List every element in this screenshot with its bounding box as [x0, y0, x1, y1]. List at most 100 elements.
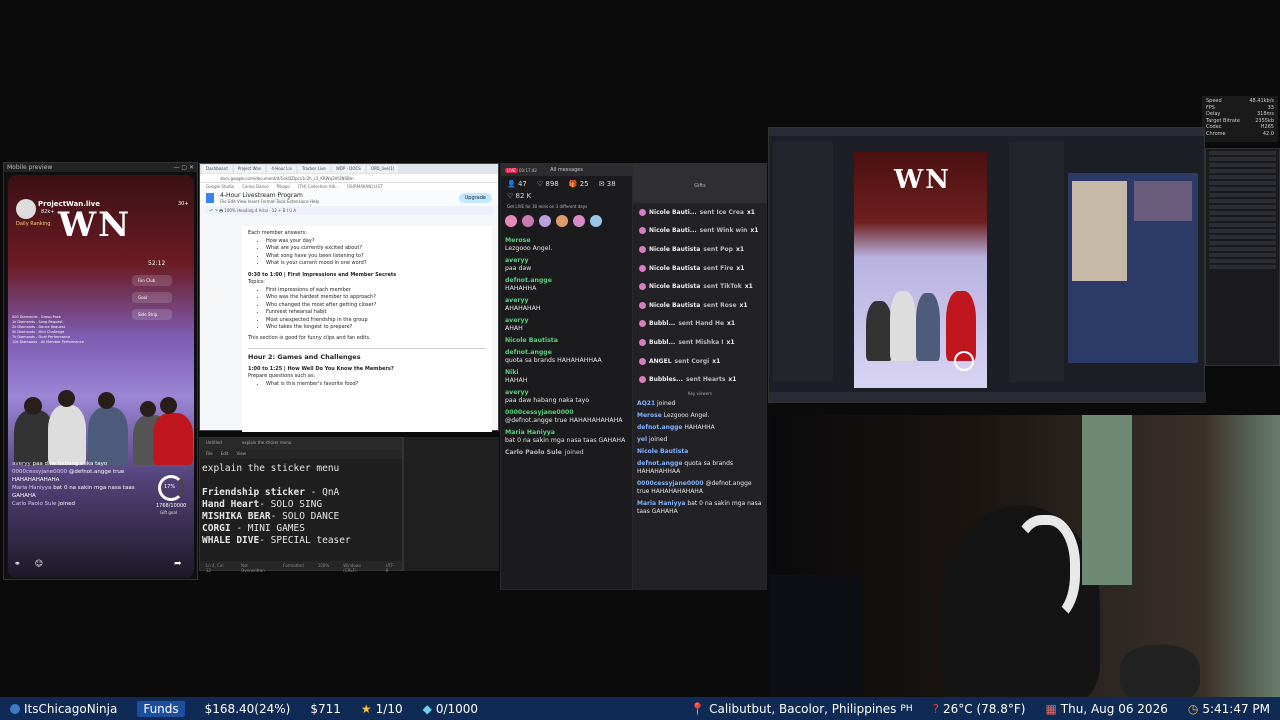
chat-header-title[interactable]: All messages — [550, 167, 583, 173]
bookmark[interactable]: [SURMAKAN] LIST — [347, 184, 383, 189]
feed-user[interactable]: defnot.angge — [637, 460, 683, 467]
address-bar[interactable]: docs.google.com/document/d/1ekQZlpcz1c2h… — [200, 174, 498, 183]
question-item: What is this member's favorite food? — [266, 381, 486, 389]
chat-user[interactable]: Carlo Paolo Sule — [505, 449, 562, 457]
gift-user[interactable]: Nicole Bautista — [649, 246, 700, 253]
gift-user[interactable]: Nicole Bautista — [649, 265, 700, 272]
upgrade-button[interactable]: Upgrade — [458, 193, 492, 203]
pin-icon: 📍 — [690, 701, 706, 716]
chat-text: paa daw habang naka tayo — [505, 397, 590, 404]
gift-user[interactable]: Nicole Bauti... — [649, 209, 697, 216]
tier-line: 10k Diamonds - All Member Performance — [12, 340, 84, 344]
feed-user[interactable]: Nicole Bautista — [637, 448, 688, 455]
goal-percent: 17% — [164, 484, 176, 490]
mobile-preview-titlebar: Mobile preview — ▢ ✕ — [4, 163, 197, 172]
side-menu: Fan Club Goal Side Strip — [132, 275, 172, 326]
chat-user[interactable]: 0000cessyjane0000 — [505, 409, 628, 417]
browser-tab[interactable]: OPD_live(1) — [366, 165, 399, 173]
line-text: - SOLO SING — [259, 499, 323, 510]
chat-user[interactable]: defnot.angge — [505, 277, 628, 285]
notepad-menu-item[interactable]: View — [236, 451, 246, 458]
bookmark[interactable]: Canva Dance — [242, 184, 269, 189]
feed-user[interactable]: 0000cessyjane0000 — [637, 480, 704, 487]
side-menu-item[interactable]: Side Strip — [132, 309, 172, 320]
notepad-text[interactable]: explain the sticker menu Friendship stick… — [200, 459, 402, 551]
feed-row: Merose Lezgooo Angel. — [633, 410, 767, 422]
stat-label: Chrome — [1206, 130, 1226, 137]
feed-user[interactable]: defnot.angge — [637, 424, 683, 431]
feed-text: Lezgooo Angel. — [663, 411, 710, 419]
people-icon[interactable]: ☺ — [35, 559, 43, 568]
window-controls[interactable]: — ▢ ✕ — [173, 164, 194, 171]
gift-row: Nicole Bautista sent Fire x1 — [633, 259, 767, 278]
doc-title[interactable]: 4-Hour Livestream Program — [220, 192, 319, 199]
daily-ranking[interactable]: Daily Ranking — [16, 221, 50, 227]
feed-user[interactable]: yel — [637, 436, 647, 443]
feed-user[interactable]: Maria Haniyya — [637, 500, 685, 507]
chat-message: Merose Lezgooo Angel. — [501, 235, 632, 255]
key-viewers-label: Key viewers — [688, 390, 712, 396]
goal-count: 1768 — [156, 503, 169, 509]
gift-user[interactable]: ANGEL — [649, 358, 672, 365]
side-menu-item[interactable]: Goal — [132, 292, 172, 303]
obs-scenes[interactable] — [773, 142, 833, 382]
funds-value: $168.40(24%) — [204, 701, 291, 716]
stream-stats-overlay: Speed 48.41kb/s FPS 33 Delay 318ms Target Bitr… — [1202, 96, 1278, 142]
gift-user[interactable]: Nicole Bautista — [649, 302, 700, 309]
feed-user[interactable]: Merose — [637, 412, 662, 419]
obs-taskbar[interactable] — [769, 392, 1206, 402]
doc-toolbar[interactable]: ↶ ↷ 🖶 100% Heading 4 Arial - 12 + B I U … — [204, 206, 494, 215]
gift-user[interactable]: Bubbl... — [649, 339, 675, 346]
chat-user[interactable]: averyy — [505, 257, 628, 265]
browser-tab[interactable]: Project Wan — [233, 165, 266, 173]
bookmark[interactable]: Google Studio — [206, 184, 234, 189]
browser-tab[interactable]: WDP - DOCS — [331, 165, 365, 173]
chat-user[interactable]: Niki — [505, 369, 628, 377]
status-item: 100% — [317, 563, 330, 568]
brand-logo: WN — [58, 205, 132, 245]
mobile-live-screen: ProjectWan.live 82k+ Daily Ranking 30+ W… — [8, 175, 194, 578]
chat-user[interactable]: Nicole Bautista — [505, 337, 628, 345]
chat-user[interactable]: Maria Haniyya — [505, 429, 628, 437]
side-menu-item[interactable]: Fan Club — [132, 275, 172, 286]
line-text: - SOLO DANCE — [270, 511, 340, 522]
feed-user[interactable]: AQ21 — [637, 400, 655, 407]
section-2-title: 0:30 to 1:00 | First Impressions and Mem… — [248, 271, 397, 278]
likes-stat: ♡ 898 — [536, 180, 559, 188]
feed-row: Maria Haniyya bat 0 na sakin mga nasa ta… — [633, 498, 767, 518]
browser-tab[interactable]: Tracker Live — [297, 165, 330, 173]
gift-user[interactable]: Nicole Bautista — [649, 283, 700, 290]
gift-row: Nicole Bautista sent Rose x1 — [633, 296, 767, 315]
mobile-preview-window: Mobile preview — ▢ ✕ ProjectWan.live 82k… — [3, 162, 198, 580]
bookmark[interactable]: [TH] Collection Alb... — [298, 184, 339, 189]
link-icon[interactable]: ⚭ — [14, 559, 21, 568]
chat-user[interactable]: defnot.angge — [505, 349, 628, 357]
goal-total: 10000 — [170, 503, 187, 509]
chat-user[interactable]: Merose — [505, 237, 628, 245]
share-icon[interactable]: ➦ — [174, 559, 182, 569]
notepad-menu-item[interactable]: File — [206, 451, 213, 458]
gift-user[interactable]: Nicole Bauti... — [649, 227, 697, 234]
chat-message: defnot.angge HAHAHHA — [501, 275, 632, 295]
gift-user[interactable]: Bubbl... — [649, 320, 675, 327]
browser-tab[interactable]: Dashboard — [202, 165, 232, 173]
text-line — [202, 475, 400, 487]
notepad-tab[interactable]: Untitled — [206, 440, 222, 448]
weather-label: 26°C (78.8°F) — [943, 701, 1026, 716]
gift-avatar-icon — [639, 338, 646, 346]
chat-user[interactable]: averyy — [505, 297, 628, 305]
gift-user[interactable]: Bubbles... — [649, 376, 683, 383]
docs-browser-window: Dashboard Project Wan 4-Hour Liv Tracker Li… — [199, 163, 499, 432]
doc-page[interactable]: Each member answers: How was your day?Wh… — [242, 226, 492, 432]
chat-user[interactable]: averyy — [505, 317, 628, 325]
browser-tab[interactable]: 4-Hour Liv — [267, 165, 296, 173]
chat-user[interactable]: averyy — [505, 389, 628, 397]
doc-menus[interactable]: File Edit View Insert Format Tools Exten… — [220, 199, 319, 204]
promo-banner[interactable]: Get LIVE for 30 mins on 3 different days — [501, 200, 632, 213]
obs-preview[interactable]: WN — [854, 151, 987, 388]
notepad-menu-item[interactable]: Edit — [221, 451, 229, 458]
obs-sources[interactable] — [1009, 142, 1064, 382]
notepad-tab[interactable]: explain the sticker menu — [242, 440, 292, 448]
bookmark[interactable]: Pikapo — [277, 184, 290, 189]
obs-studio-panel[interactable] — [1068, 173, 1198, 363]
